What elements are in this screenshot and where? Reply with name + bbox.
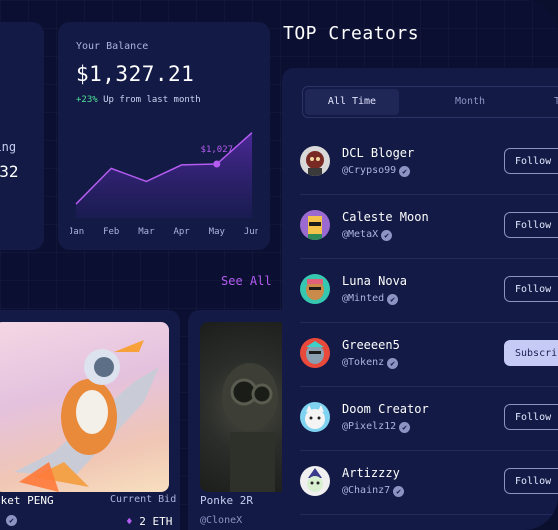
timer-card: aning 0:32 xyxy=(0,22,44,250)
avatar xyxy=(300,210,330,240)
eth-icon: ♦ xyxy=(126,515,133,528)
balance-change-percent: +23% xyxy=(76,95,98,105)
chart-x-tick-label: Jun xyxy=(244,227,258,237)
follow-button[interactable]: Follow xyxy=(504,148,558,174)
creator-handle: @Chainz7 ✔ xyxy=(342,485,405,497)
avatar xyxy=(300,338,330,368)
creator-handle-text: @Minted xyxy=(342,293,385,304)
nft-card[interactable]: cket PENG Current Bid X ✔ ♦ 2 ETH xyxy=(0,310,180,530)
creator-name: Doom Creator xyxy=(342,402,429,416)
tab-all-time[interactable]: All Time xyxy=(305,89,399,115)
creator-name: Artizzzy xyxy=(342,466,400,480)
verified-icon: ✔ xyxy=(393,486,405,497)
timer-value: 0:32 xyxy=(0,162,19,181)
chart-x-tick-label: Jan xyxy=(70,227,84,237)
nft-owner: @CloneX xyxy=(200,515,243,526)
tab-month[interactable]: Month xyxy=(423,89,517,115)
creator-name: Greeeen5 xyxy=(342,338,400,352)
creator-name: Luna Nova xyxy=(342,274,408,288)
creator-handle-text: @Chainz7 xyxy=(342,485,391,496)
chart-x-tick-label: Mar xyxy=(138,227,155,237)
creator-handle-text: @MetaX xyxy=(342,229,379,240)
avatar xyxy=(300,146,330,176)
subscribe-button[interactable]: Subscribe xyxy=(504,340,558,366)
timer-label: aning xyxy=(0,140,17,154)
follow-button[interactable]: Follow xyxy=(504,468,558,494)
top-creators-panel: All Time Month Today DCL Bloger @Crypso9… xyxy=(282,68,558,530)
creator-row: DCL Bloger @Crypso99 ✔ Follow xyxy=(300,134,558,195)
creator-row: Luna Nova @Minted ✔ Follow xyxy=(300,262,558,323)
avatar xyxy=(300,402,330,432)
creator-handle-text: @Pixelz12 xyxy=(342,421,397,432)
creator-name: DCL Bloger xyxy=(342,146,415,160)
creator-handle: @Tokenz ✔ xyxy=(342,357,399,369)
creator-row: Caleste Moon @MetaX ✔ Follow xyxy=(300,198,558,259)
verified-icon: ✔ xyxy=(387,294,399,305)
creator-handle-text: @Crypso99 xyxy=(342,165,397,176)
bid-amount: 2 ETH xyxy=(139,515,173,528)
chart-x-tick-label: May xyxy=(209,227,226,237)
balance-change-text: Up from last month xyxy=(103,95,201,105)
follow-button[interactable]: Follow xyxy=(504,276,558,302)
chart-x-tick-label: Apr xyxy=(173,227,190,237)
current-bid-label: Current Bid xyxy=(110,494,177,505)
nft-owner: X ✔ xyxy=(0,515,18,526)
creator-handle: @Minted ✔ xyxy=(342,293,399,305)
nft-name: cket PENG xyxy=(0,494,54,507)
avatar xyxy=(300,466,330,496)
creator-row: Greeeen5 @Tokenz✔ Subscribe xyxy=(300,326,558,387)
dashboard: aning 0:32 Your Balance $1,327.21 +23% U… xyxy=(0,0,558,530)
nft-image xyxy=(0,322,169,492)
creator-handle: @Pixelz12 ✔ xyxy=(342,421,411,433)
see-all-link[interactable]: See All xyxy=(221,274,272,288)
top-creators-title: TOP Creators xyxy=(283,23,420,44)
creator-handle: @Crypso99 ✔ xyxy=(342,165,411,177)
tab-today[interactable]: Today xyxy=(539,89,558,115)
creator-handle: @MetaX ✔ xyxy=(342,229,393,241)
balance-amount: $1,327.21 xyxy=(76,62,195,86)
balance-label: Your Balance xyxy=(76,41,149,52)
creator-row: Doom Creator @Pixelz12 ✔ Follow xyxy=(300,390,558,451)
verified-icon: ✔ xyxy=(6,515,18,526)
creator-name: Caleste Moon xyxy=(342,210,429,224)
verified-icon: ✔ xyxy=(399,422,411,433)
avatar xyxy=(300,274,330,304)
follow-button[interactable]: Follow xyxy=(504,212,558,238)
creator-handle-text: @Tokenz xyxy=(342,357,385,368)
follow-button[interactable]: Follow xyxy=(504,404,558,430)
time-filter-tabs: All Time Month Today xyxy=(302,86,558,118)
nft-name: Ponke 2R xyxy=(200,494,253,507)
creator-row: Artizzzy @Chainz7 ✔ Follow xyxy=(300,454,558,515)
verified-icon: ✔ xyxy=(399,166,411,177)
balance-chart: $1,027 Jan Feb Mar Apr May Jun xyxy=(70,132,258,237)
current-bid-value: ♦ 2 ETH xyxy=(126,515,172,528)
verified-icon: ✔ xyxy=(387,358,399,369)
verified-icon: ✔ xyxy=(381,230,393,241)
balance-change: +23% Up from last month xyxy=(76,95,201,105)
chart-x-tick-label: Feb xyxy=(103,227,119,237)
chart-highlight-point xyxy=(213,160,221,168)
balance-card: Your Balance $1,327.21 +23% Up from last… xyxy=(58,22,270,250)
chart-highlight-label: $1,027 xyxy=(201,145,234,155)
